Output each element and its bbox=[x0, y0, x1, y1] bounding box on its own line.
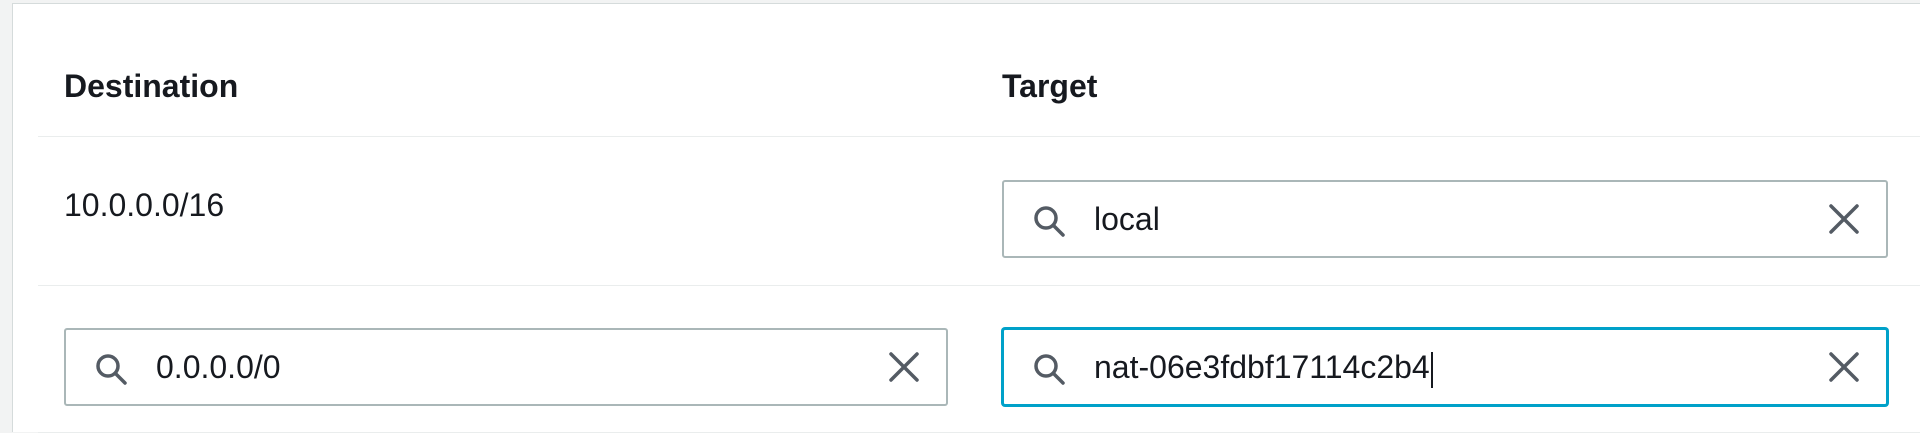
search-icon bbox=[1034, 354, 1065, 385]
target-search-input[interactable]: nat-06e3fdbf17114c2b4 bbox=[1002, 328, 1888, 406]
target-input-value[interactable]: local bbox=[1094, 182, 1160, 256]
destination-column-header: Destination bbox=[64, 68, 239, 104]
target-column-header: Target bbox=[1002, 68, 1098, 104]
close-icon[interactable] bbox=[886, 349, 922, 385]
search-icon bbox=[1034, 206, 1065, 237]
target-search-input[interactable]: local bbox=[1002, 180, 1888, 258]
close-icon[interactable] bbox=[1826, 349, 1862, 385]
destination-input-value[interactable]: 0.0.0.0/0 bbox=[156, 330, 281, 404]
destination-search-input[interactable]: 0.0.0.0/0 bbox=[64, 328, 948, 406]
search-icon bbox=[96, 354, 127, 385]
table-header-row: Destination Target bbox=[38, 4, 1920, 137]
table-row: 10.0.0.0/16 local bbox=[38, 137, 1920, 286]
target-input-value-wrapper[interactable]: nat-06e3fdbf17114c2b4 bbox=[1094, 330, 1433, 404]
route-table-panel: Destination Target 10.0.0.0/16 local 0.0… bbox=[12, 3, 1920, 433]
text-caret bbox=[1430, 351, 1433, 388]
close-icon[interactable] bbox=[1826, 201, 1862, 237]
destination-cell: 10.0.0.0/16 bbox=[64, 187, 225, 223]
target-input-value[interactable]: nat-06e3fdbf17114c2b4 bbox=[1094, 349, 1430, 385]
table-row: 0.0.0.0/0 nat-06e3fdbf17114c2b4 bbox=[38, 286, 1920, 433]
